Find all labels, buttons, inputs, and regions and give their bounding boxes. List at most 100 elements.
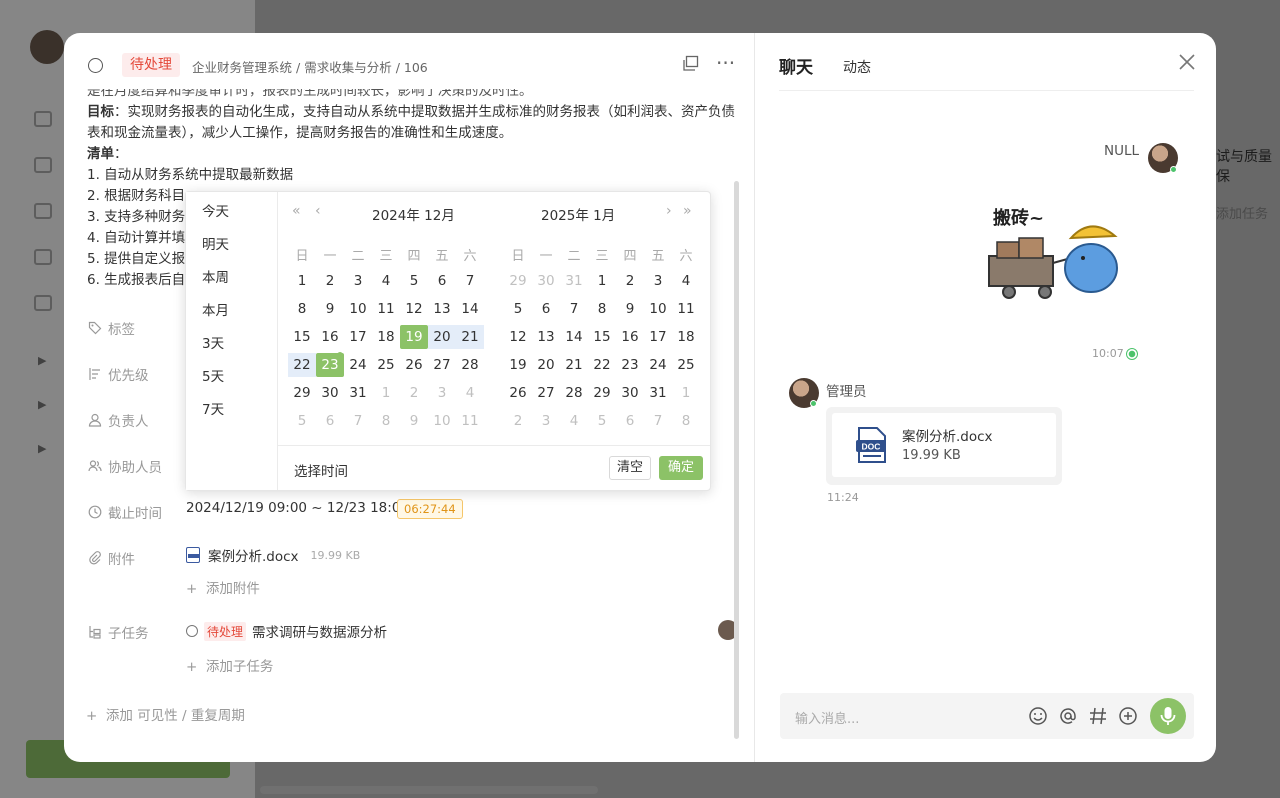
- mention-icon[interactable]: [1058, 706, 1078, 731]
- tab-activity[interactable]: 动态: [843, 57, 871, 77]
- calendar-day[interactable]: 29: [588, 381, 616, 405]
- calendar-day[interactable]: 13: [532, 325, 560, 349]
- confirm-button[interactable]: 确定: [659, 456, 703, 480]
- calendar-day[interactable]: 11: [456, 409, 484, 433]
- breadcrumb-project[interactable]: 企业财务管理系统: [192, 60, 292, 75]
- calendar-day[interactable]: 9: [316, 297, 344, 321]
- message-input[interactable]: 输入消息...: [780, 693, 1194, 739]
- calendar-day[interactable]: 18: [672, 325, 700, 349]
- calendar-day[interactable]: 9: [400, 409, 428, 433]
- calendar-day[interactable]: 28: [456, 353, 484, 377]
- voice-button[interactable]: [1150, 698, 1186, 734]
- calendar-day[interactable]: 16: [616, 325, 644, 349]
- next-month-icon[interactable]: ›: [666, 203, 672, 219]
- calendar-day[interactable]: 20: [532, 353, 560, 377]
- calendar-day[interactable]: 22: [288, 353, 316, 377]
- calendar-day[interactable]: 26: [504, 381, 532, 405]
- calendar-day[interactable]: 22: [588, 353, 616, 377]
- calendar-day[interactable]: 12: [504, 325, 532, 349]
- calendar-day[interactable]: 6: [532, 297, 560, 321]
- calendar-day[interactable]: 1: [588, 269, 616, 293]
- shortcut-5-days[interactable]: 5天: [202, 365, 224, 385]
- calendar-day[interactable]: 19: [504, 353, 532, 377]
- calendar-day[interactable]: 8: [588, 297, 616, 321]
- shortcut-this-week[interactable]: 本周: [202, 266, 229, 286]
- shortcut-7-days[interactable]: 7天: [202, 398, 224, 418]
- calendar-day[interactable]: 23: [616, 353, 644, 377]
- calendar-day[interactable]: 7: [456, 269, 484, 293]
- add-attachment-button[interactable]: + 添加附件: [186, 577, 260, 597]
- select-time-link[interactable]: 选择时间: [294, 460, 348, 480]
- calendar-day[interactable]: 29: [504, 269, 532, 293]
- calendar-day[interactable]: 7: [644, 409, 672, 433]
- prev-month-icon[interactable]: ‹: [315, 203, 321, 219]
- next-year-icon[interactable]: »: [683, 203, 692, 219]
- calendar-day[interactable]: 7: [344, 409, 372, 433]
- calendar-day[interactable]: 28: [560, 381, 588, 405]
- breadcrumb-stage[interactable]: 需求收集与分析: [304, 60, 392, 75]
- calendar-day[interactable]: 11: [372, 297, 400, 321]
- shortcut-tomorrow[interactable]: 明天: [202, 233, 229, 253]
- attachment-item[interactable]: 案例分析.docx 19.99 KB: [186, 545, 360, 565]
- calendar-day[interactable]: 19: [400, 325, 428, 349]
- calendar-day[interactable]: 4: [372, 269, 400, 293]
- calendar-day[interactable]: 8: [288, 297, 316, 321]
- calendar-day[interactable]: 23: [316, 352, 344, 377]
- calendar-day[interactable]: 6: [428, 269, 456, 293]
- calendar-day[interactable]: 15: [588, 325, 616, 349]
- copy-icon[interactable]: [682, 55, 699, 76]
- calendar-day[interactable]: 1: [372, 381, 400, 405]
- calendar-day[interactable]: 14: [560, 325, 588, 349]
- calendar-day[interactable]: 8: [672, 409, 700, 433]
- calendar-day[interactable]: 8: [372, 409, 400, 433]
- close-icon[interactable]: [1176, 51, 1198, 73]
- calendar-day[interactable]: 12: [400, 297, 428, 321]
- tab-chat[interactable]: 聊天: [779, 53, 813, 78]
- calendar-day[interactable]: 21: [456, 325, 484, 349]
- calendar-day[interactable]: 6: [316, 409, 344, 433]
- calendar-day[interactable]: 13: [428, 297, 456, 321]
- calendar-day[interactable]: 6: [616, 409, 644, 433]
- shortcut-3-days[interactable]: 3天: [202, 332, 224, 352]
- add-subtask-button[interactable]: + 添加子任务: [186, 655, 273, 675]
- deadline-value[interactable]: 2024/12/19 09:00 ~ 12/23 18:00: [186, 500, 409, 516]
- scrollbar[interactable]: [734, 181, 739, 739]
- calendar-day[interactable]: 4: [560, 409, 588, 433]
- calendar-day[interactable]: 9: [616, 297, 644, 321]
- calendar-day[interactable]: 4: [456, 381, 484, 405]
- calendar-day[interactable]: 3: [428, 381, 456, 405]
- add-visibility-button[interactable]: + 添加 可见性 / 重复周期: [86, 704, 245, 724]
- calendar-day[interactable]: 5: [588, 409, 616, 433]
- add-icon[interactable]: [1118, 706, 1138, 731]
- calendar-day[interactable]: 10: [428, 409, 456, 433]
- shortcut-today[interactable]: 今天: [202, 200, 229, 220]
- file-card[interactable]: DOC 案例分析.docx 19.99 KB: [832, 413, 1056, 477]
- subtask-toggle[interactable]: [186, 625, 198, 637]
- calendar-day[interactable]: 27: [532, 381, 560, 405]
- hashtag-icon[interactable]: [1088, 706, 1108, 731]
- calendar-day[interactable]: 10: [644, 297, 672, 321]
- attachment-name[interactable]: 案例分析.docx: [208, 545, 299, 565]
- calendar-day[interactable]: 3: [644, 269, 672, 293]
- shortcut-this-month[interactable]: 本月: [202, 299, 229, 319]
- prev-year-icon[interactable]: «: [292, 203, 301, 219]
- emoji-icon[interactable]: [1028, 706, 1048, 731]
- calendar-day[interactable]: 18: [372, 325, 400, 349]
- calendar-day[interactable]: 11: [672, 297, 700, 321]
- calendar-day[interactable]: 30: [616, 381, 644, 405]
- calendar-day[interactable]: 5: [288, 409, 316, 433]
- calendar-day[interactable]: 5: [400, 269, 428, 293]
- calendar-day[interactable]: 31: [560, 269, 588, 293]
- calendar-day[interactable]: 31: [644, 381, 672, 405]
- calendar-day[interactable]: 4: [672, 269, 700, 293]
- calendar-day[interactable]: 20: [428, 325, 456, 349]
- status-badge[interactable]: 待处理: [122, 53, 180, 77]
- clear-button[interactable]: 清空: [609, 456, 651, 480]
- calendar-day[interactable]: 15: [288, 325, 316, 349]
- calendar-day[interactable]: 1: [288, 269, 316, 293]
- calendar-day[interactable]: 24: [644, 353, 672, 377]
- calendar-day[interactable]: 14: [456, 297, 484, 321]
- subtask-row[interactable]: 待处理 需求调研与数据源分析: [186, 621, 387, 641]
- calendar-day[interactable]: 3: [344, 269, 372, 293]
- calendar-day[interactable]: 1: [672, 381, 700, 405]
